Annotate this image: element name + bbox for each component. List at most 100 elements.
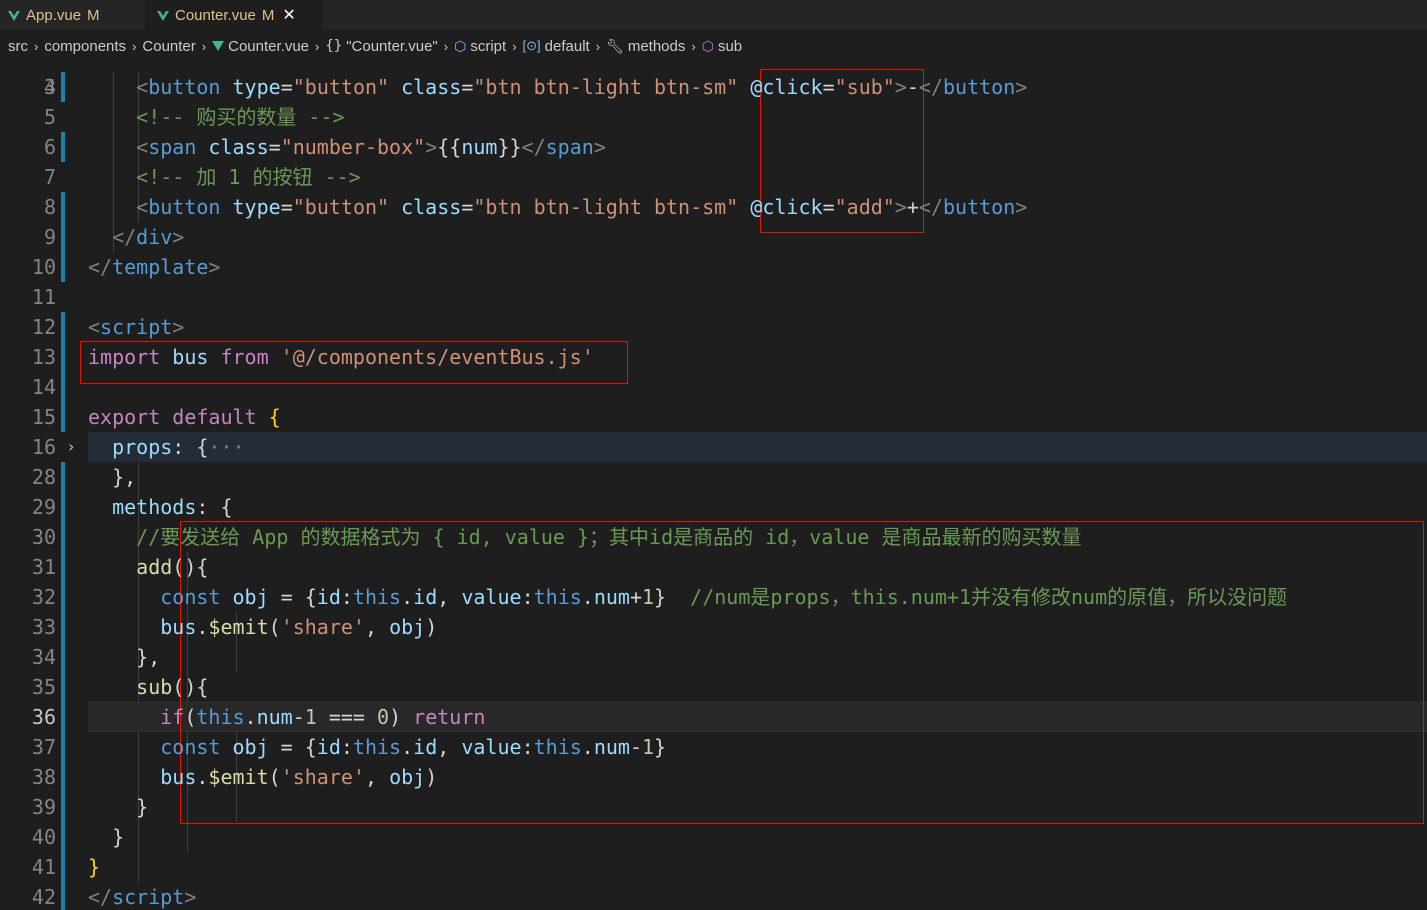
code-line[interactable]: 13 import bus from '@/components/eventBus… <box>0 342 1427 372</box>
line-number: 36 <box>31 705 56 729</box>
code-editor[interactable]: 3 4 <button type="button" class="btn btn… <box>0 62 1427 910</box>
code-text: } <box>88 825 125 849</box>
git-change-marker <box>61 402 65 432</box>
git-change-marker <box>61 642 65 672</box>
git-change-marker <box>61 792 65 822</box>
line-number: 30 <box>31 525 56 549</box>
code-line[interactable]: 34 }, <box>0 642 1427 672</box>
git-change-marker <box>61 732 65 762</box>
breadcrumb-sub[interactable]: sub <box>718 38 742 55</box>
git-change-marker <box>61 882 65 910</box>
fold-chevron-icon[interactable]: › <box>68 432 74 462</box>
code-line[interactable]: 5 <!-- 购买的数量 --> <box>0 102 1427 132</box>
chevron-right-icon: › <box>443 38 449 54</box>
editor-tab-bar: App.vue M Counter.vue M ✕ <box>0 0 1427 30</box>
partial-top-line: 3 <box>43 75 56 99</box>
code-text: } <box>88 855 101 879</box>
code-line[interactable]: 8 <button type="button" class="btn btn-l… <box>0 192 1427 222</box>
line-number: 7 <box>43 165 56 189</box>
line-number: 15 <box>31 405 56 429</box>
git-change-marker <box>61 222 65 252</box>
git-change-marker <box>61 462 65 492</box>
line-number: 41 <box>31 855 56 879</box>
git-change-marker <box>61 492 65 522</box>
code-text: const obj = {id:this.id, value:this.num-… <box>88 735 667 759</box>
code-line[interactable]: 37 const obj = {id:this.id, value:this.n… <box>0 732 1427 762</box>
breadcrumb-module[interactable]: "Counter.vue" <box>346 38 438 55</box>
code-text: if(this.num-1 === 0) return <box>88 705 486 729</box>
code-line[interactable]: 6 <span class="number-box">{{num}}</span… <box>0 132 1427 162</box>
code-text: <!-- 购买的数量 --> <box>88 105 345 129</box>
git-change-marker <box>61 702 65 732</box>
vue-file-icon <box>212 41 225 51</box>
code-line[interactable]: 10 </template> <box>0 252 1427 282</box>
code-line[interactable]: 11 <box>0 282 1427 312</box>
breadcrumb-components[interactable]: components <box>44 38 126 55</box>
code-line[interactable]: 7 <!-- 加 1 的按钮 --> <box>0 162 1427 192</box>
code-line[interactable]: 32 const obj = {id:this.id, value:this.n… <box>0 582 1427 612</box>
line-number: 33 <box>31 615 56 639</box>
code-line[interactable]: 15 export default { <box>0 402 1427 432</box>
git-change-marker <box>61 372 65 402</box>
code-line[interactable]: 36 if(this.num-1 === 0) return <box>0 702 1427 732</box>
chevron-right-icon: › <box>315 38 320 54</box>
code-line[interactable]: 39 } <box>0 792 1427 822</box>
code-line[interactable]: 41} <box>0 852 1427 882</box>
code-text: bus.$emit('share', obj) <box>88 765 438 789</box>
chevron-right-icon: › <box>512 38 517 54</box>
breadcrumb-default[interactable]: default <box>545 38 590 55</box>
code-text: <script> <box>88 315 185 339</box>
line-number: 34 <box>31 645 56 669</box>
code-line[interactable]: 28 }, <box>0 462 1427 492</box>
line-number: 12 <box>31 315 56 339</box>
code-line[interactable]: 30 //要发送给 App 的数据格式为 { id, value }；其中id是… <box>0 522 1427 552</box>
code-line[interactable]: 33 bus.$emit('share', obj) <box>0 612 1427 642</box>
line-number: 13 <box>31 345 56 369</box>
breadcrumb-script[interactable]: script <box>470 38 506 55</box>
code-line[interactable]: 9 </div> <box>0 222 1427 252</box>
line-number: 16 <box>31 435 56 459</box>
git-change-marker <box>61 522 65 552</box>
tab-counter-vue[interactable]: Counter.vue M ✕ <box>145 0 323 30</box>
code-line[interactable]: 14 <box>0 372 1427 402</box>
breadcrumb-counter-folder[interactable]: Counter <box>142 38 195 55</box>
git-change-marker <box>61 72 65 102</box>
git-change-marker <box>61 762 65 792</box>
code-text: sub(){ <box>88 675 209 699</box>
code-line[interactable]: 12 <script> <box>0 312 1427 342</box>
chevron-right-icon: › <box>691 38 696 54</box>
tab-app-vue[interactable]: App.vue M <box>8 0 138 30</box>
code-line[interactable]: › 16 props: {··· <box>0 432 1427 462</box>
code-line[interactable]: 35 sub(){ <box>0 672 1427 702</box>
chevron-right-icon: › <box>595 38 601 54</box>
code-text: } <box>88 795 149 819</box>
chevron-right-icon: › <box>132 38 137 54</box>
code-line[interactable]: 38 bus.$emit('share', obj) <box>0 762 1427 792</box>
code-line[interactable]: 29 methods: { <box>0 492 1427 522</box>
code-text: add(){ <box>88 555 209 579</box>
git-change-marker <box>61 192 65 222</box>
breadcrumb-counter-file[interactable]: Counter.vue <box>228 38 309 55</box>
code-text: </div> <box>88 225 185 249</box>
chevron-right-icon: › <box>34 38 39 54</box>
code-text: //要发送给 App 的数据格式为 { id, value }；其中id是商品的… <box>88 525 1082 549</box>
line-number: 38 <box>31 765 56 789</box>
line-number: 4 <box>43 75 56 99</box>
breadcrumb-methods[interactable]: methods <box>628 38 686 55</box>
code-line[interactable]: 4 <button type="button" class="btn btn-l… <box>0 72 1427 102</box>
code-text: <span class="number-box">{{num}}</span> <box>88 135 606 159</box>
close-icon[interactable]: ✕ <box>282 5 295 25</box>
line-number: 8 <box>43 195 56 219</box>
code-text: <button type="button" class="btn btn-lig… <box>88 75 1028 99</box>
breadcrumb-src[interactable]: src <box>8 38 28 55</box>
git-change-marker <box>61 552 65 582</box>
code-line[interactable]: 31 add(){ <box>0 552 1427 582</box>
line-number: 11 <box>31 285 56 309</box>
line-number: 14 <box>31 375 56 399</box>
line-number: 32 <box>31 585 56 609</box>
code-line[interactable]: 42 </script> <box>0 882 1427 910</box>
code-text: </template> <box>88 255 221 279</box>
breadcrumb: src › components › Counter › Counter.vue… <box>0 30 1427 62</box>
code-line[interactable]: 40 } <box>0 822 1427 852</box>
line-number: 5 <box>43 105 56 129</box>
